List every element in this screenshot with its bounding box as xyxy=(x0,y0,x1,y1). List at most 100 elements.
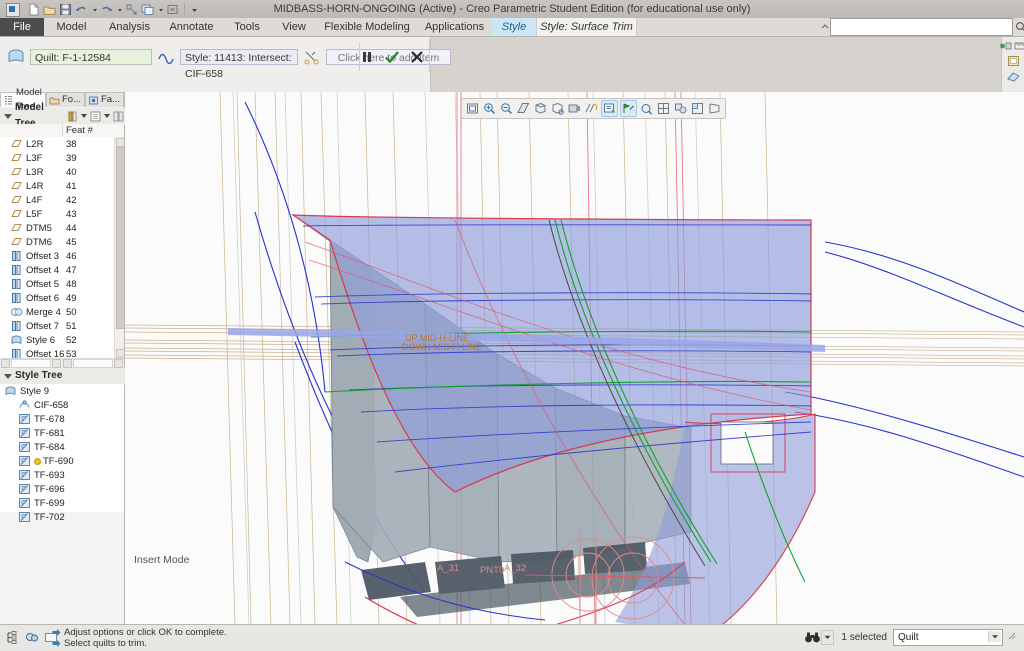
model-tree-row[interactable]: DTM645 xyxy=(0,235,113,249)
display-style-icon[interactable] xyxy=(639,101,654,116)
feature-tree-icon[interactable] xyxy=(6,631,20,644)
selection-filter-dropdown[interactable]: Quilt xyxy=(893,629,1003,646)
display-settings-icon[interactable] xyxy=(89,110,102,123)
ribbon-tab-applications[interactable]: Applications xyxy=(417,18,492,36)
ribbon-tab-file[interactable]: File xyxy=(0,18,44,36)
style-tree-row[interactable]: TF-693 xyxy=(0,468,124,482)
model-tree-hscrollbar-right[interactable] xyxy=(62,358,124,368)
refit-icon[interactable] xyxy=(465,101,480,116)
zoom-in-icon[interactable] xyxy=(482,101,497,116)
regen-manager-icon[interactable] xyxy=(25,631,39,644)
style-tree-collapse-icon[interactable] xyxy=(4,374,12,379)
annotation-display-icon[interactable] xyxy=(620,100,637,117)
new-icon[interactable] xyxy=(26,2,41,17)
style-tree-row[interactable]: CIF-658 xyxy=(0,398,124,412)
redo-dropdown-icon[interactable] xyxy=(115,2,123,17)
graphics-viewport[interactable]: UP MID-H-LINE DOWN MID-H-LINE A_31 PNT0 … xyxy=(125,92,1024,625)
filter-dropdown-icon[interactable] xyxy=(81,114,87,118)
scroll-up-arrow[interactable] xyxy=(116,138,124,147)
appearance-tool-icon[interactable] xyxy=(1007,55,1020,67)
style-reference-field[interactable]: Style: 11413: Intersect: CIF-658 xyxy=(180,49,298,65)
nav-tab-favorites[interactable]: Fa... xyxy=(85,92,124,107)
model-tree-row[interactable]: L5F43 xyxy=(0,207,113,221)
style-tree-row[interactable]: TF-678 xyxy=(0,412,124,426)
ribbon-tab-annotate[interactable]: Annotate xyxy=(160,18,223,36)
customize-qat-icon[interactable] xyxy=(189,2,198,17)
window-icon[interactable] xyxy=(140,2,155,17)
repaint-icon[interactable] xyxy=(516,101,531,116)
ribbon-tab-style-surface-trim[interactable]: Style: Surface Trim xyxy=(536,18,637,36)
ribbon-tab-flexible-modeling[interactable]: Flexible Modeling xyxy=(317,18,417,36)
hscroll-right-arrow-2[interactable] xyxy=(114,359,123,368)
style-tree-row[interactable]: TF-702 xyxy=(0,510,124,524)
grid-icon[interactable] xyxy=(656,101,671,116)
model-tree-row[interactable]: DTM544 xyxy=(0,221,113,235)
style-tree-row[interactable]: TF-696 xyxy=(0,482,124,496)
ribbon-tab-analysis[interactable]: Analysis xyxy=(99,18,160,36)
style-tree-row[interactable]: TF-690 xyxy=(0,454,124,468)
style-tree-row[interactable]: TF-681 xyxy=(0,426,124,440)
hscroll-left-arrow[interactable] xyxy=(1,359,10,368)
redo-icon[interactable] xyxy=(99,2,114,17)
scroll-thumb[interactable] xyxy=(116,147,124,329)
hscroll-track[interactable] xyxy=(11,359,51,368)
named-views-icon[interactable] xyxy=(567,101,582,116)
pause-button[interactable] xyxy=(359,49,375,65)
regenerate-icon[interactable] xyxy=(124,2,139,17)
model-tree-row[interactable]: Merge 450 xyxy=(0,305,113,319)
search-input[interactable] xyxy=(830,18,1013,36)
binoculars-icon[interactable] xyxy=(804,631,821,644)
model-tree-collapse-icon[interactable] xyxy=(4,114,12,119)
undo-icon[interactable] xyxy=(74,2,89,17)
ribbon-tab-style[interactable]: Style xyxy=(492,18,536,36)
hscroll-left-arrow-2[interactable] xyxy=(63,359,72,368)
style-tree-body[interactable]: Style 9 CIF-658TF-678TF-681TF-684TF-690T… xyxy=(0,384,124,512)
filter-settings-icon[interactable] xyxy=(66,110,79,123)
ribbon-tab-tools[interactable]: Tools xyxy=(223,18,271,36)
spin-center-icon[interactable] xyxy=(601,100,618,117)
perspective-icon[interactable] xyxy=(707,101,722,116)
layers-icon[interactable] xyxy=(690,101,705,116)
model-tree-row[interactable]: L2R38 xyxy=(0,137,113,151)
model-tree-body[interactable]: L2R38L3F39L3R40L4R41L4F42L5F43DTM544DTM6… xyxy=(0,137,124,359)
model-tree-row[interactable]: Style 652 xyxy=(0,333,113,347)
model-tree-vscrollbar[interactable] xyxy=(114,137,124,359)
open-icon[interactable] xyxy=(42,2,57,17)
tree-columns-icon[interactable] xyxy=(112,110,125,123)
model-tree-header[interactable]: Model Tree xyxy=(0,108,128,125)
saved-orientations-icon[interactable] xyxy=(533,101,548,116)
style-tree-header[interactable]: Style Tree xyxy=(0,368,128,385)
model-tree-row[interactable]: L4F42 xyxy=(0,193,113,207)
style-tree-root[interactable]: Style 9 xyxy=(0,384,124,398)
ribbon-collapse-icon[interactable] xyxy=(820,20,830,34)
chevron-down-icon[interactable] xyxy=(988,631,1001,642)
search-icon[interactable] xyxy=(1013,20,1024,34)
model-player-icon[interactable] xyxy=(999,40,1012,52)
model-tree-row[interactable]: L3F39 xyxy=(0,151,113,165)
zoom-out-icon[interactable] xyxy=(499,101,514,116)
ok-button[interactable] xyxy=(384,49,400,65)
datum-display-icon[interactable] xyxy=(584,101,599,116)
cad-model-scene[interactable] xyxy=(125,92,1024,625)
hscroll-track-2[interactable] xyxy=(73,359,113,368)
resize-grip-icon[interactable] xyxy=(1007,631,1016,640)
model-tree-row[interactable]: Offset 346 xyxy=(0,249,113,263)
close-window-icon[interactable] xyxy=(165,2,180,17)
model-tree-row[interactable]: Offset 548 xyxy=(0,277,113,291)
ribbon-tab-view[interactable]: View xyxy=(271,18,317,36)
style-tree-row[interactable]: TF-684 xyxy=(0,440,124,454)
model-tree-row[interactable]: Offset 649 xyxy=(0,291,113,305)
undo-dropdown-icon[interactable] xyxy=(90,2,98,17)
scroll-down-arrow[interactable] xyxy=(116,349,124,358)
display-dropdown-icon[interactable] xyxy=(104,114,110,118)
appearance-icon[interactable] xyxy=(673,101,688,116)
model-tree-hscrollbar-left[interactable] xyxy=(0,358,62,368)
quilt-collector-field[interactable]: Quilt: F-1-12584 xyxy=(30,49,152,65)
model-tree-row[interactable]: Offset 751 xyxy=(0,319,113,333)
style-tree-row[interactable]: TF-699 xyxy=(0,496,124,510)
model-tree-row[interactable]: Offset 447 xyxy=(0,263,113,277)
model-tree-row[interactable]: L4R41 xyxy=(0,179,113,193)
selection-dropdown-icon[interactable] xyxy=(821,630,834,645)
app-window-icon[interactable] xyxy=(6,3,20,17)
save-icon[interactable] xyxy=(58,2,73,17)
